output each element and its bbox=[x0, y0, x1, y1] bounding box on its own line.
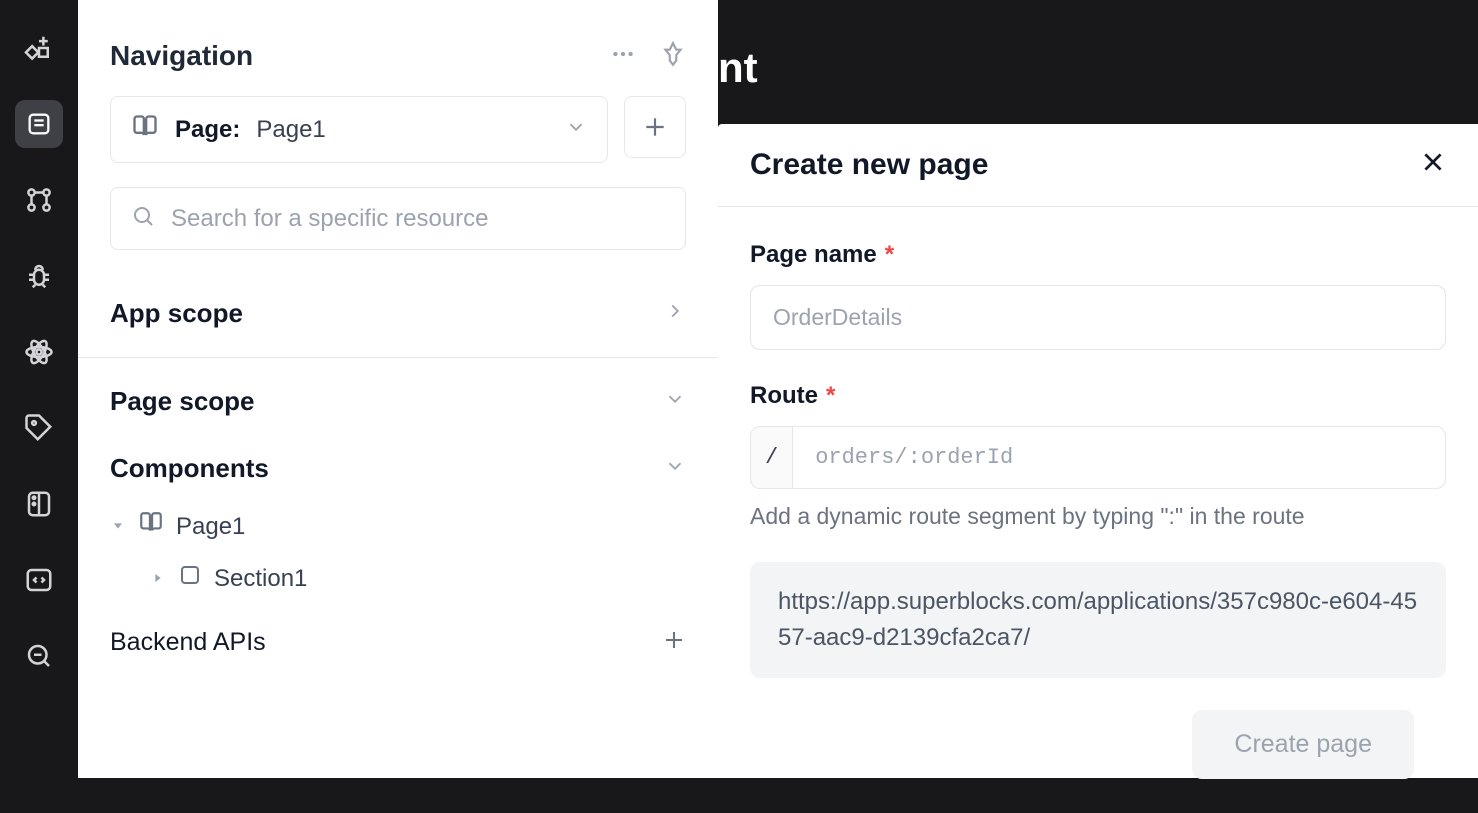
components-title: Components bbox=[110, 453, 269, 484]
more-icon[interactable] bbox=[610, 41, 636, 72]
navigation-icon[interactable] bbox=[15, 100, 63, 148]
sidebar-title: Navigation bbox=[110, 40, 253, 72]
chevron-down-icon bbox=[664, 455, 686, 482]
backend-apis-row[interactable]: Backend APIs bbox=[78, 604, 718, 673]
chevron-down-icon bbox=[565, 116, 587, 143]
tag-icon[interactable] bbox=[15, 404, 63, 452]
chevron-down-icon bbox=[664, 388, 686, 415]
page-scope-label: Page scope bbox=[110, 386, 255, 417]
sidebar-header-actions bbox=[610, 41, 686, 72]
sidebar-header: Navigation bbox=[78, 0, 718, 96]
add-page-button[interactable] bbox=[624, 96, 686, 158]
pin-icon[interactable] bbox=[660, 41, 686, 72]
square-icon bbox=[178, 563, 202, 594]
page-selector[interactable]: Page: Page1 bbox=[110, 96, 608, 163]
page-name-label-text: Page name bbox=[750, 241, 877, 269]
search-db-icon[interactable] bbox=[15, 632, 63, 680]
search-box[interactable] bbox=[110, 187, 686, 250]
page-selector-label: Page: bbox=[175, 116, 240, 144]
book-icon bbox=[138, 510, 164, 543]
route-input-group: / bbox=[750, 426, 1446, 489]
page-name-label: Page name * bbox=[750, 241, 1446, 269]
navigation-sidebar: Navigation Page: Page1 bbox=[78, 0, 718, 778]
create-page-modal: Create new page Page name * Route * / Ad… bbox=[718, 124, 1478, 778]
app-scope-label: App scope bbox=[110, 298, 243, 329]
required-mark: * bbox=[885, 241, 894, 269]
modal-footer: Create page bbox=[750, 710, 1446, 779]
palette-icon[interactable] bbox=[15, 480, 63, 528]
required-mark: * bbox=[826, 382, 835, 410]
search-input[interactable] bbox=[171, 205, 665, 233]
route-label-text: Route bbox=[750, 382, 818, 410]
create-page-button[interactable]: Create page bbox=[1192, 710, 1414, 779]
page-selector-value: Page1 bbox=[256, 116, 549, 144]
route-helper-text: Add a dynamic route segment by typing ":… bbox=[750, 503, 1446, 530]
url-preview: https://app.superblocks.com/applications… bbox=[750, 562, 1446, 678]
tree-section-label: Section1 bbox=[214, 565, 307, 593]
route-prefix: / bbox=[750, 426, 792, 489]
app-scope-row[interactable]: App scope bbox=[78, 278, 718, 349]
bg-title-fragment: nt bbox=[718, 44, 758, 92]
page-name-input[interactable] bbox=[750, 285, 1446, 350]
page-name-field: Page name * bbox=[750, 241, 1446, 350]
branch-icon[interactable] bbox=[15, 176, 63, 224]
search-icon bbox=[131, 204, 155, 233]
tree-page-label: Page1 bbox=[176, 513, 245, 541]
code-icon[interactable] bbox=[15, 556, 63, 604]
icon-rail bbox=[0, 0, 78, 778]
backend-apis-label: Backend APIs bbox=[110, 628, 266, 657]
caret-down-icon bbox=[110, 513, 126, 541]
page-selector-row: Page: Page1 bbox=[78, 96, 718, 163]
route-label: Route * bbox=[750, 382, 1446, 410]
atom-icon[interactable] bbox=[15, 328, 63, 376]
bug-icon[interactable] bbox=[15, 252, 63, 300]
plus-icon[interactable] bbox=[662, 628, 686, 657]
modal-body: Page name * Route * / Add a dynamic rout… bbox=[718, 207, 1478, 813]
route-input[interactable] bbox=[792, 426, 1446, 489]
divider bbox=[78, 357, 718, 358]
route-field: Route * / Add a dynamic route segment by… bbox=[750, 382, 1446, 530]
chevron-right-icon bbox=[664, 300, 686, 327]
components-tree: Page1 Section1 bbox=[78, 500, 718, 604]
components-header[interactable]: Components bbox=[78, 437, 718, 500]
modal-header: Create new page bbox=[718, 124, 1478, 207]
caret-right-icon bbox=[150, 565, 166, 593]
search-wrap bbox=[78, 187, 718, 250]
page-scope-row[interactable]: Page scope bbox=[78, 366, 718, 437]
modal-title: Create new page bbox=[750, 148, 988, 182]
close-icon[interactable] bbox=[1420, 149, 1446, 182]
book-icon bbox=[131, 113, 159, 146]
tree-section-row[interactable]: Section1 bbox=[110, 553, 686, 604]
tree-page-row[interactable]: Page1 bbox=[110, 500, 686, 553]
components-add-icon[interactable] bbox=[15, 24, 63, 72]
